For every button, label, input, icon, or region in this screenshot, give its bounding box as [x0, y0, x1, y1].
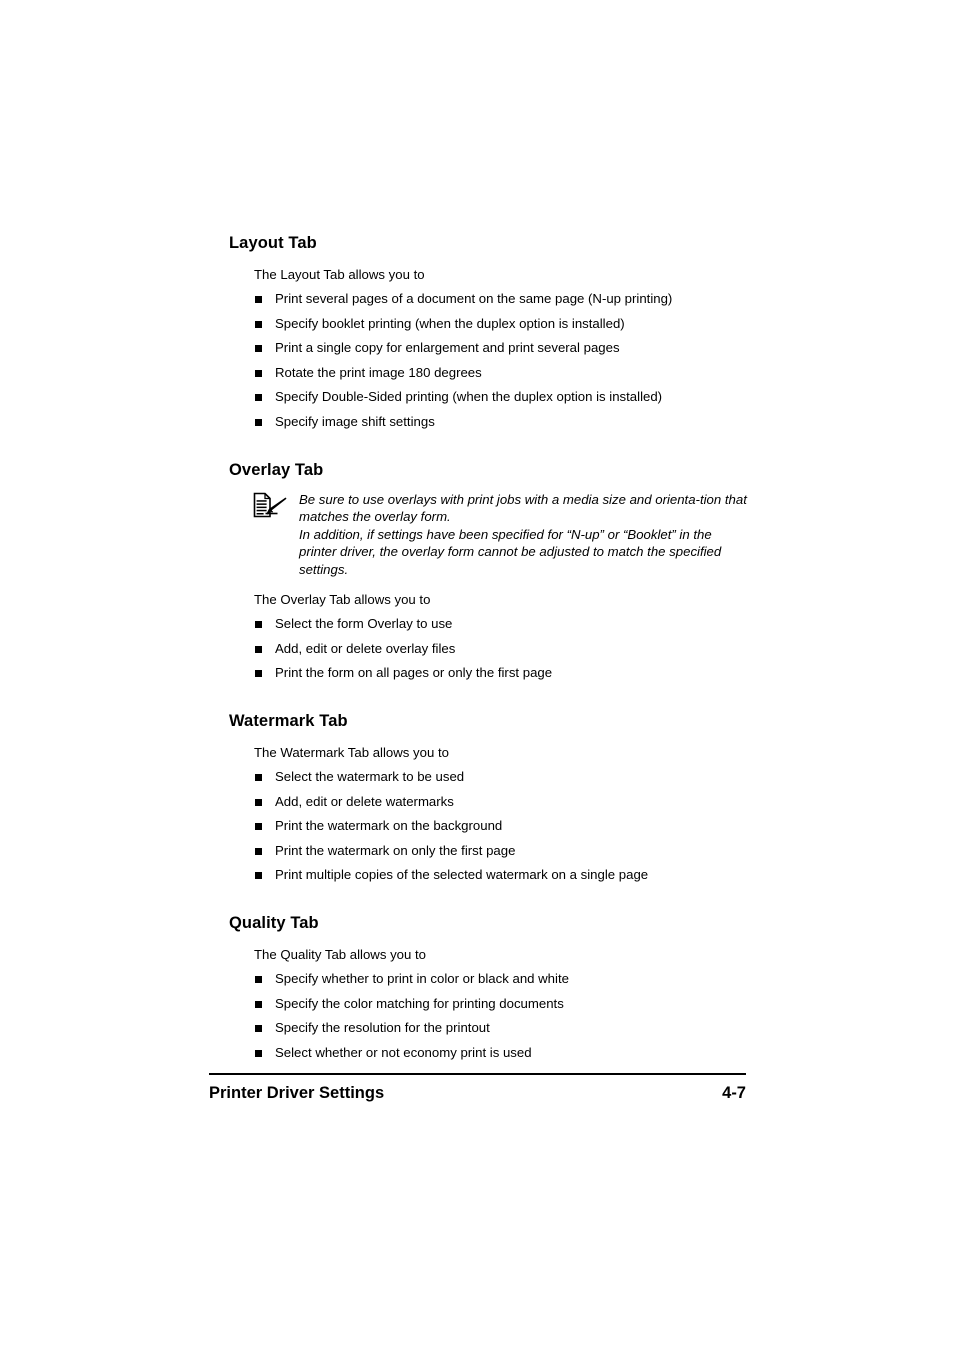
list-item: Specify booklet printing (when the duple…	[229, 316, 749, 332]
section-overlay-tab: Overlay Tab Be sure to use overlays with…	[229, 460, 749, 682]
list-item: Specify whether to print in color or bla…	[229, 971, 749, 987]
square-bullet-icon	[255, 369, 262, 377]
footer-row: Printer Driver Settings 4-7	[209, 1083, 746, 1103]
square-bullet-icon	[255, 670, 262, 678]
section-intro-quality-tab: The Quality Tab allows you to	[254, 947, 427, 963]
section-intro-watermark-tab: The Watermark Tab allows you to	[254, 745, 449, 761]
section-heading-watermark-tab: Watermark Tab	[229, 712, 348, 731]
section-layout-tab: Layout Tab The Layout Tab allows you to …	[229, 233, 749, 430]
footer-divider	[209, 1073, 746, 1075]
list-item: Specify the color matching for printing …	[229, 996, 749, 1012]
square-bullet-icon	[255, 320, 262, 328]
list-item-label: Add, edit or delete watermarks	[275, 793, 454, 809]
list-item: Select whether or not economy print is u…	[229, 1045, 749, 1061]
footer-title: Printer Driver Settings	[209, 1084, 385, 1102]
list-item: Add, edit or delete overlay files	[229, 641, 749, 657]
section-heading-quality-tab: Quality Tab	[229, 914, 319, 933]
square-bullet-icon	[255, 418, 262, 426]
list-item-label: Print the watermark on the background	[275, 818, 503, 834]
list-item-label: Specify whether to print in color or bla…	[275, 971, 569, 987]
square-bullet-icon	[255, 774, 262, 782]
list-item: Print the watermark on the background	[229, 818, 749, 834]
section-intro-layout-tab: The Layout Tab allows you to	[254, 267, 425, 282]
list-item-label: Rotate the print image 180 degrees	[275, 364, 482, 380]
list-item-label: Print several pages of a document on the…	[275, 291, 673, 306]
list-item-label: Specify Double-Sided printing (when the …	[275, 389, 663, 404]
list-item-label: Print multiple copies of the selected wa…	[275, 867, 649, 883]
square-bullet-icon	[255, 1025, 262, 1033]
list-item-label: Add, edit or delete overlay files	[275, 640, 456, 656]
square-bullet-icon	[255, 1000, 262, 1008]
square-bullet-icon	[255, 847, 262, 855]
list-item-label: Select the watermark to be used	[275, 769, 465, 785]
list-item: Select the watermark to be used	[229, 769, 749, 785]
bullet-list-quality-tab: Specify whether to print in color or bla…	[229, 971, 749, 1061]
list-item-label: Select the form Overlay to use	[275, 616, 453, 632]
note-paragraph: Be sure to use overlays with print jobs …	[299, 491, 747, 525]
list-item-label: Specify the color matching for printing …	[275, 995, 564, 1011]
list-item-label: Select whether or not economy print is u…	[275, 1044, 532, 1060]
list-item: Specify image shift settings	[229, 414, 749, 430]
section-watermark-tab: Watermark Tab The Watermark Tab allows y…	[229, 711, 749, 883]
list-item: Specify Double-Sided printing (when the …	[229, 389, 749, 405]
square-bullet-icon	[255, 976, 262, 984]
page-content: Layout Tab The Layout Tab allows you to …	[229, 233, 749, 1061]
square-bullet-icon	[255, 621, 262, 629]
list-item: Print the form on all pages or only the …	[229, 665, 749, 681]
section-heading-layout-tab: Layout Tab	[229, 234, 317, 252]
square-bullet-icon	[255, 1049, 262, 1057]
list-item: Print several pages of a document on the…	[229, 291, 749, 307]
section-quality-tab: Quality Tab The Quality Tab allows you t…	[229, 913, 749, 1061]
note-document-pen-icon	[253, 492, 287, 518]
list-item-label: Specify the resolution for the printout	[275, 1020, 490, 1036]
list-item: Add, edit or delete watermarks	[229, 794, 749, 810]
list-item: Specify the resolution for the printout	[229, 1020, 749, 1036]
square-bullet-icon	[255, 645, 262, 653]
note-callout: Be sure to use overlays with print jobs …	[229, 491, 749, 579]
list-item: Rotate the print image 180 degrees	[229, 365, 749, 381]
list-item-label: Print the watermark on only the first pa…	[275, 842, 516, 858]
document-page: Layout Tab The Layout Tab allows you to …	[0, 0, 954, 1350]
square-bullet-icon	[255, 823, 262, 831]
square-bullet-icon	[255, 872, 262, 880]
square-bullet-icon	[255, 394, 262, 401]
list-item-label: Specify image shift settings	[275, 413, 435, 429]
section-intro-overlay-tab: The Overlay Tab allows you to	[254, 592, 431, 608]
footer-page-number: 4-7	[722, 1084, 746, 1102]
square-bullet-icon	[255, 296, 262, 303]
square-bullet-icon	[255, 798, 262, 806]
note-paragraph: In addition, if settings have been speci…	[299, 526, 722, 577]
list-item-label: Print the form on all pages or only the …	[275, 665, 553, 681]
list-item-label: Specify booklet printing (when the duple…	[275, 315, 625, 331]
list-item: Print a single copy for enlargement and …	[229, 340, 749, 356]
bullet-list-layout-tab: Print several pages of a document on the…	[229, 291, 749, 430]
list-item: Print multiple copies of the selected wa…	[229, 867, 749, 883]
square-bullet-icon	[255, 345, 262, 352]
bullet-list-watermark-tab: Select the watermark to be used Add, edi…	[229, 769, 749, 883]
list-item-label: Print a single copy for enlargement and …	[275, 340, 620, 355]
list-item: Print the watermark on only the first pa…	[229, 843, 749, 859]
bullet-list-overlay-tab: Select the form Overlay to use Add, edit…	[229, 616, 749, 681]
page-footer: Printer Driver Settings 4-7	[209, 1073, 746, 1103]
section-heading-overlay-tab: Overlay Tab	[229, 460, 324, 479]
list-item: Select the form Overlay to use	[229, 616, 749, 632]
